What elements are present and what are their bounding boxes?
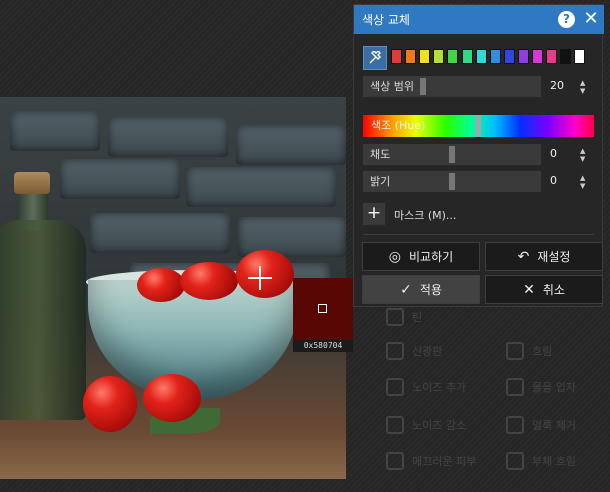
saturation-label: 채도 [370, 148, 391, 161]
bg-menu-item: 부채 흐림 [506, 452, 576, 470]
help-icon[interactable]: ? [558, 11, 575, 28]
reset-label: 재설정 [537, 250, 571, 264]
brick [10, 111, 100, 151]
reset-button[interactable]: ↶ 재설정 [485, 242, 603, 271]
color-swatch[interactable] [447, 49, 459, 64]
crosshair-cursor [259, 266, 261, 290]
tomato [180, 262, 238, 300]
effect-icon [506, 378, 524, 396]
color-swatch[interactable] [560, 49, 572, 64]
color-swatch[interactable] [475, 49, 487, 64]
tomato [236, 250, 294, 298]
brightness-label: 밝기 [370, 175, 391, 188]
color-swatch[interactable] [405, 49, 417, 64]
bg-menu-label: 부채 흐림 [532, 455, 576, 468]
picked-color-hex: 0x580704 [293, 340, 353, 352]
bg-menu-label: 물을 입자 [532, 381, 576, 394]
close-x-icon: ✕ [523, 281, 535, 298]
color-replace-dialog: 색상 교체 ? ✕ 색상 범위 20 ▲ ▼ 색조 (Hue) 채도 0 ▲ ▼ 밝… [353, 4, 604, 307]
slider-thumb[interactable] [449, 146, 455, 163]
effect-icon [386, 416, 404, 434]
cancel-label: 취소 [542, 283, 565, 297]
color-swatch[interactable] [546, 49, 558, 64]
cancel-button[interactable]: ✕ 취소 [485, 275, 603, 304]
bg-menu-item: 노이즈 추가 [386, 378, 466, 396]
effect-icon [506, 416, 524, 434]
effect-icon [386, 452, 404, 470]
dialog-title: 색상 교체 [362, 13, 410, 27]
bg-menu-label: 신광판 [412, 345, 443, 358]
saturation-spinner[interactable]: ▲ ▼ [580, 147, 585, 163]
effect-icon [506, 452, 524, 470]
bottle-cork [14, 172, 50, 194]
bg-menu-item: 매끄러운 피부 [386, 452, 476, 470]
color-swatch[interactable] [574, 49, 586, 64]
color-range-label: 색상 범위 [370, 80, 414, 93]
color-swatch[interactable] [489, 49, 501, 64]
slider-thumb[interactable] [420, 78, 426, 95]
color-swatch[interactable] [419, 49, 431, 64]
brick [90, 213, 230, 253]
bg-menu-label: 흐림 [532, 345, 553, 358]
check-icon: ✓ [400, 281, 412, 298]
bg-menu-item: 노이즈 감소 [386, 416, 466, 434]
bg-menu-item: 흐림 [506, 342, 552, 360]
bg-menu-label: 틴 [412, 311, 423, 324]
bg-menu-label: 노이즈 추가 [412, 381, 467, 394]
color-swatch[interactable] [532, 49, 543, 64]
brick [186, 167, 336, 207]
slider-thumb[interactable] [449, 173, 455, 190]
bottle-body [0, 220, 86, 420]
brightness-slider[interactable]: 밝기 [363, 171, 541, 192]
mask-label[interactable]: 마스크 (M)... [394, 207, 456, 223]
bg-menu-item: 틴 [386, 308, 422, 326]
hue-label: 색조 (Hue) [371, 119, 426, 132]
color-swatch[interactable] [503, 49, 515, 64]
slider-thumb[interactable] [475, 115, 481, 137]
color-swatch[interactable] [433, 49, 445, 64]
effect-icon [386, 308, 404, 326]
effect-icon [506, 342, 524, 360]
undo-icon: ↶ [517, 248, 530, 265]
apply-button[interactable]: ✓ 적용 [362, 275, 480, 304]
color-swatch[interactable] [391, 49, 402, 64]
brick [108, 117, 228, 157]
color-range-spinner[interactable]: ▲ ▼ [580, 79, 585, 95]
color-swatch[interactable] [517, 49, 529, 64]
color-swatch[interactable] [461, 49, 473, 64]
brick [236, 125, 346, 165]
saturation-slider[interactable]: 채도 [363, 144, 541, 165]
compare-button[interactable]: ◎ 비교하기 [362, 242, 480, 271]
bg-menu-label: 노이즈 감소 [412, 419, 467, 432]
brick [60, 159, 180, 199]
tomato [137, 268, 185, 302]
bg-menu-label: 매끄러운 피부 [412, 455, 477, 468]
add-mask-icon[interactable]: + [363, 203, 385, 225]
compare-label: 비교하기 [409, 250, 454, 264]
background-effects-menu: 틴 신광판 흐림 노이즈 추가 물을 입자 노이즈 감소 얼룩 제거 매끄러운 … [380, 300, 610, 492]
picker-target-icon [318, 304, 327, 313]
color-range-slider[interactable]: 색상 범위 [363, 76, 541, 97]
close-icon[interactable]: ✕ [583, 10, 599, 28]
tomato [83, 376, 137, 432]
apply-label: 적용 [419, 283, 442, 297]
tomato [143, 374, 201, 422]
effect-icon [386, 342, 404, 360]
effect-icon [386, 378, 404, 396]
bg-menu-item: 물을 입자 [506, 378, 576, 396]
canvas-area[interactable] [0, 0, 354, 492]
eyedropper-icon[interactable] [363, 46, 387, 70]
bg-menu-label: 얼룩 제거 [532, 419, 576, 432]
bg-menu-item: 신광판 [386, 342, 442, 360]
bg-menu-item: 얼룩 제거 [506, 416, 576, 434]
hue-slider[interactable]: 색조 (Hue) [363, 115, 594, 137]
brightness-spinner[interactable]: ▲ ▼ [580, 174, 585, 190]
divider [363, 234, 594, 235]
compare-icon: ◎ [388, 248, 402, 265]
